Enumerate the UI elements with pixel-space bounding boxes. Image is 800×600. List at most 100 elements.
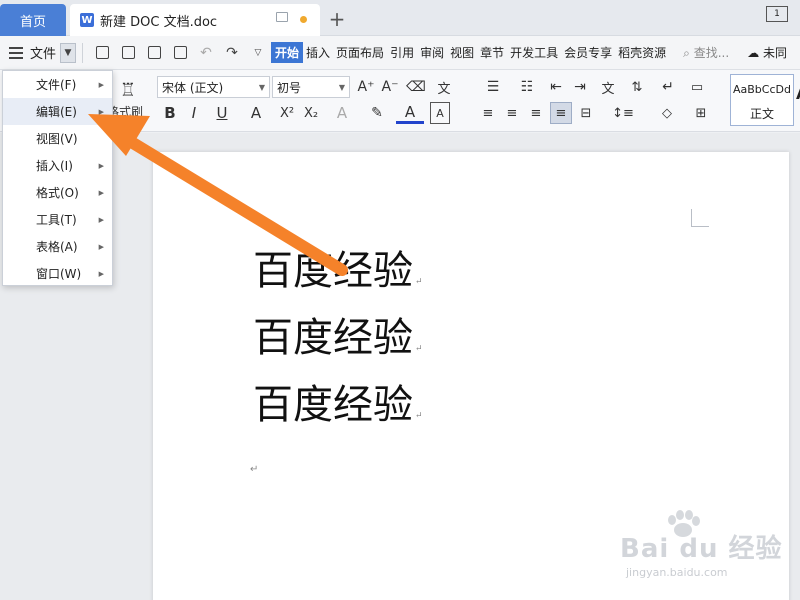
cloud-sync-button[interactable]: ☁ 未同 — [747, 44, 787, 61]
shading-icon[interactable]: ◇ — [652, 102, 682, 124]
print-icon[interactable] — [145, 44, 163, 62]
tab-review[interactable]: 审阅 — [417, 44, 447, 61]
shrink-font-button[interactable]: A⁻ — [380, 76, 400, 98]
font-name-select[interactable]: 宋体 (正文) ▼ — [157, 76, 270, 98]
paragraph-mark[interactable]: ↵ — [250, 464, 258, 475]
menu-item-view[interactable]: 视图(V) — [3, 125, 112, 152]
print-preview-icon[interactable] — [171, 44, 189, 62]
menu-item-tools[interactable]: 工具(T) ▶ — [3, 206, 112, 233]
text-effect-button[interactable]: A — [328, 102, 356, 124]
distribute-icon[interactable]: ⊟ — [576, 102, 596, 124]
ruler-icon[interactable]: ▭ — [686, 76, 708, 98]
tab-references[interactable]: 引用 — [387, 44, 417, 61]
line-spacing-icon[interactable]: ↕≡ — [608, 102, 638, 124]
menu-item-window[interactable]: 窗口(W) ▶ — [3, 260, 112, 287]
menu-item-label: 视图(V) — [36, 132, 78, 146]
file-dropdown-toggle[interactable]: ▼ — [60, 42, 77, 63]
font-size-value: 初号 — [277, 80, 302, 95]
save-icon[interactable] — [93, 44, 111, 62]
justify-icon[interactable]: ≡ — [550, 102, 572, 124]
strikethrough-button[interactable]: A — [242, 102, 270, 124]
file-menu-button[interactable]: 文件 — [30, 43, 56, 62]
menu-item-label: 窗口(W) — [36, 267, 82, 281]
tab-view[interactable]: 视图 — [447, 44, 477, 61]
document-line[interactable]: 百度经验 ↵ — [253, 305, 423, 363]
line-break-icon[interactable]: ↵ — [654, 76, 682, 98]
align-center-icon[interactable]: ≡ — [502, 102, 522, 124]
bullet-list-icon[interactable]: ☰ — [478, 76, 508, 98]
font-size-select[interactable]: 初号 ▼ — [272, 76, 350, 98]
tab-developer[interactable]: 开发工具 — [507, 44, 561, 61]
menu-item-file[interactable]: 文件(F) ▶ — [3, 71, 112, 98]
window-layout-button[interactable]: 1 — [766, 6, 788, 22]
character-border-button[interactable]: A — [430, 102, 450, 124]
tab-home[interactable]: 首页 — [0, 4, 66, 36]
menu-item-label: 编辑(E) — [36, 105, 77, 119]
menu-item-label: 工具(T) — [36, 213, 77, 227]
unsaved-dot-icon[interactable] — [300, 16, 307, 23]
tab-section[interactable]: 章节 — [477, 44, 507, 61]
chevron-right-icon: ▶ — [98, 80, 104, 89]
menu-item-label: 文件(F) — [36, 78, 77, 92]
document-line-text: 百度经验 — [253, 248, 413, 294]
divider — [82, 42, 84, 63]
baidu-watermark-url: jingyan.baidu.com — [626, 566, 728, 579]
monitor-icon[interactable] — [276, 12, 288, 22]
document-tab-title: 新建 DOC 文档.doc — [100, 14, 218, 30]
numbered-list-icon[interactable]: ☷ — [512, 76, 542, 98]
menu-item-format[interactable]: 格式(O) ▶ — [3, 179, 112, 206]
bold-button[interactable]: B — [160, 102, 180, 124]
undo-icon[interactable]: ↶ — [197, 44, 215, 62]
chevron-right-icon: ▶ — [98, 269, 104, 278]
tab-home-ribbon[interactable]: 开始 — [271, 42, 304, 63]
clear-format-icon[interactable]: ⌫ — [406, 76, 426, 98]
paint-brush-icon: ♖ — [119, 80, 137, 101]
style-normal[interactable]: AaBbCcDd 正文 — [730, 74, 794, 126]
underline-button[interactable]: U — [208, 102, 236, 124]
decrease-indent-icon[interactable]: ⇤ — [546, 76, 566, 98]
menu-item-label: 格式(O) — [36, 186, 79, 200]
align-left-icon[interactable]: ≡ — [478, 102, 498, 124]
menu-bar: 文件 ▼ ↶ ↷ ▽ 开始 插入 页面布局 引用 审阅 视图 章节 开发工具 会… — [0, 36, 800, 70]
chevron-down-icon: ▼ — [338, 83, 345, 92]
style-preview-text: AaBbCcDd — [733, 83, 791, 96]
export-pdf-icon[interactable] — [119, 44, 137, 62]
margin-corner-mark — [691, 209, 709, 227]
menu-item-insert[interactable]: 插入(I) ▶ — [3, 152, 112, 179]
font-name-value: 宋体 (正文) — [162, 80, 224, 95]
customize-quick-access-icon[interactable]: ▽ — [249, 44, 267, 62]
chinese-layout-icon[interactable]: 文 — [594, 76, 622, 98]
hamburger-icon[interactable] — [9, 46, 23, 59]
subscript-button[interactable]: X₂ — [300, 102, 322, 124]
border-icon[interactable]: ⊞ — [686, 102, 716, 124]
italic-button[interactable]: I — [184, 102, 204, 124]
style-next-preview[interactable]: A — [796, 84, 800, 103]
phonetic-guide-icon[interactable]: 文 — [432, 76, 456, 98]
sort-icon[interactable]: ⇅ — [626, 76, 648, 98]
grow-font-button[interactable]: A⁺ — [356, 76, 376, 98]
file-dropdown-menu: 文件(F) ▶ 编辑(E) ▶ 视图(V) 插入(I) ▶ 格式(O) ▶ 工具(T) ▶… — [2, 70, 113, 286]
paragraph-mark: ↵ — [415, 411, 423, 421]
chevron-right-icon: ▶ — [98, 107, 104, 116]
paragraph-mark: ↵ — [415, 344, 423, 354]
menu-item-table[interactable]: 表格(A) ▶ — [3, 233, 112, 260]
add-tab-button[interactable]: + — [326, 6, 348, 32]
document-line[interactable]: 百度经验 ↵ — [253, 372, 423, 430]
tab-insert[interactable]: 插入 — [303, 44, 333, 61]
search-input[interactable]: ⌕ 查找... — [683, 44, 729, 61]
tab-page-layout[interactable]: 页面布局 — [333, 44, 387, 61]
superscript-button[interactable]: X² — [276, 102, 298, 124]
align-right-icon[interactable]: ≡ — [526, 102, 546, 124]
format-painter-button[interactable]: ♖ 格式刷 — [107, 76, 144, 124]
highlight-color-button[interactable]: ✎ — [362, 102, 392, 124]
menu-item-edit[interactable]: 编辑(E) ▶ — [3, 98, 112, 125]
menu-item-label: 表格(A) — [36, 240, 78, 254]
font-color-button[interactable]: A — [396, 102, 424, 124]
style-name: 正文 — [749, 107, 774, 121]
document-line[interactable]: 百度经验 ↵ — [253, 238, 423, 296]
tab-member[interactable]: 会员专享 — [561, 44, 615, 61]
tab-docer-resources[interactable]: 稻壳资源 — [615, 44, 669, 61]
increase-indent-icon[interactable]: ⇥ — [570, 76, 590, 98]
tab-document[interactable]: W 新建 DOC 文档.doc — [70, 4, 320, 36]
redo-icon[interactable]: ↷ — [223, 44, 241, 62]
